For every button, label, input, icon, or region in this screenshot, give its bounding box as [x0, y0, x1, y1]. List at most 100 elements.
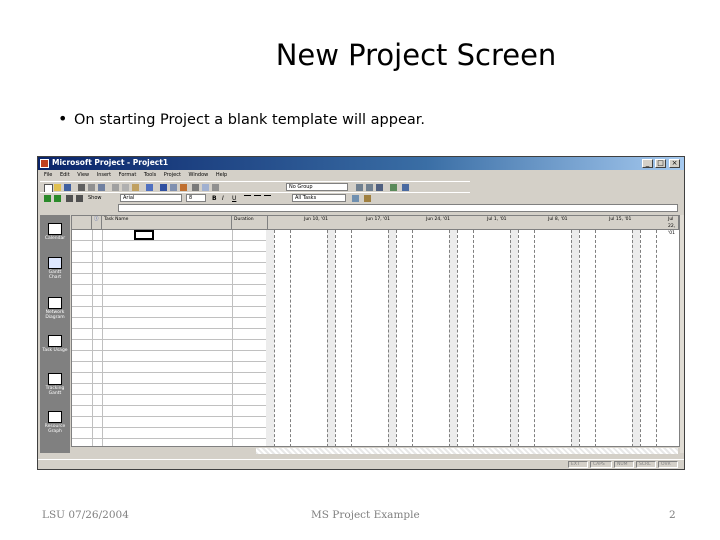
entry-bar — [40, 203, 682, 213]
timescale-gridline — [640, 230, 641, 452]
timescale-gridline — [518, 230, 519, 452]
hide-subtasks-icon[interactable] — [76, 195, 83, 202]
menu-edit[interactable]: Edit — [60, 170, 70, 180]
timescale-gridline — [656, 230, 657, 452]
help-icon[interactable] — [402, 184, 409, 191]
link-icon[interactable] — [160, 184, 167, 191]
maximize-button[interactable]: □ — [655, 159, 666, 168]
italic-icon[interactable]: I — [222, 195, 229, 202]
timescale-gridline — [449, 230, 450, 452]
footer-title: MS Project Example — [311, 509, 420, 521]
indent-icon[interactable] — [54, 195, 61, 202]
weekend-shading — [571, 230, 579, 452]
goto-task-icon[interactable] — [376, 184, 383, 191]
assign-resources-icon[interactable] — [212, 184, 219, 191]
horizontal-scrollbar[interactable] — [71, 446, 680, 454]
status-ext: EXT — [568, 461, 588, 468]
weekend-shading — [632, 230, 640, 452]
undo-icon[interactable] — [146, 184, 153, 191]
row-header-corner — [72, 216, 92, 230]
menu-insert[interactable]: Insert — [97, 170, 111, 180]
week-label: Jun 17, '01 — [366, 217, 391, 222]
print-preview-icon[interactable] — [88, 184, 95, 191]
week-label: Jul 8, '01 — [548, 217, 568, 222]
paste-icon[interactable] — [132, 184, 139, 191]
print-icon[interactable] — [78, 184, 85, 191]
menu-file[interactable]: File — [44, 170, 52, 180]
open-icon[interactable] — [54, 184, 61, 191]
bullet-text: On starting Project a blank template wil… — [74, 112, 426, 128]
view-resource-graph[interactable]: Resource Graph — [42, 409, 68, 443]
gantt-chart-icon — [48, 257, 62, 269]
bullet-item: • On starting Project a blank template wi… — [58, 109, 425, 128]
view-task-usage[interactable]: Task Usage — [42, 333, 68, 367]
outdent-icon[interactable] — [44, 195, 51, 202]
unlink-icon[interactable] — [170, 184, 177, 191]
copy-icon[interactable] — [122, 184, 129, 191]
slide-number: 2 — [669, 509, 676, 521]
resource-graph-icon — [48, 411, 62, 423]
menu-project[interactable]: Project — [164, 170, 181, 180]
status-scrl: SCRL — [636, 461, 656, 468]
minimize-button[interactable]: _ — [642, 159, 653, 168]
tracking-gantt-icon — [48, 373, 62, 385]
view-network-diagram[interactable]: Network Diagram — [42, 295, 68, 329]
active-cell[interactable] — [134, 230, 154, 240]
timescale-gridline — [510, 230, 511, 452]
menu-view[interactable]: View — [77, 170, 89, 180]
bold-icon[interactable]: B — [212, 195, 219, 202]
week-label: Jun 24, '01 — [426, 217, 451, 222]
bullet-dot: • — [58, 109, 68, 128]
timescale-gridline — [534, 230, 535, 452]
vertical-scrollbar[interactable] — [680, 215, 684, 453]
task-name-column-header[interactable]: Task Name — [102, 216, 232, 230]
app-icon — [40, 159, 49, 168]
zoom-in-icon[interactable] — [356, 184, 363, 191]
column-divider — [232, 230, 233, 452]
timescale-gridline — [335, 230, 336, 452]
copy-picture-icon[interactable] — [390, 184, 397, 191]
task-info-icon[interactable] — [192, 184, 199, 191]
font-combo[interactable]: Arial — [120, 194, 182, 202]
save-icon[interactable] — [64, 184, 71, 191]
spelling-icon[interactable] — [98, 184, 105, 191]
calendar-icon — [48, 223, 62, 235]
menu-help[interactable]: Help — [216, 170, 227, 180]
timescale-gridline — [327, 230, 328, 452]
status-caps: CAPS — [590, 461, 612, 468]
window-titlebar[interactable]: Microsoft Project - Project1 _ □ × — [38, 157, 684, 170]
gantt-wizard-icon[interactable] — [364, 195, 371, 202]
view-gantt-chart[interactable]: Gantt Chart — [42, 255, 68, 289]
notes-icon[interactable] — [202, 184, 209, 191]
filter-combo[interactable]: All Tasks — [292, 194, 346, 202]
cut-icon[interactable] — [112, 184, 119, 191]
view-calendar[interactable]: Calendar — [42, 221, 68, 255]
menu-format[interactable]: Format — [119, 170, 137, 180]
autofilter-icon[interactable] — [352, 195, 359, 202]
timescale-gridline — [396, 230, 397, 452]
gantt-table: ⓘ Task Name Duration Jun 10, '01 Jun 17,… — [71, 215, 680, 453]
task-usage-icon — [48, 335, 62, 347]
week-label: Jun 10, '01 — [304, 217, 329, 222]
underline-icon[interactable]: U — [232, 195, 239, 202]
show-subtasks-icon[interactable] — [66, 195, 73, 202]
column-divider — [102, 230, 103, 452]
info-column-header[interactable]: ⓘ — [92, 216, 102, 230]
show-label[interactable]: Show — [88, 195, 102, 201]
entry-field[interactable] — [118, 204, 678, 212]
close-button[interactable]: × — [669, 159, 680, 168]
duration-column-header[interactable]: Duration — [232, 216, 268, 230]
timescale-gridline — [571, 230, 572, 452]
view-tracking-gantt[interactable]: Tracking Gantt — [42, 371, 68, 405]
menu-window[interactable]: Window — [189, 170, 209, 180]
scroll-track[interactable] — [256, 448, 678, 454]
group-combo[interactable]: No Group — [286, 183, 348, 191]
split-icon[interactable] — [180, 184, 187, 191]
zoom-out-icon[interactable] — [366, 184, 373, 191]
menu-tools[interactable]: Tools — [144, 170, 156, 180]
timescale-gridline — [412, 230, 413, 452]
timescale-gridline — [579, 230, 580, 452]
status-num: NUM — [614, 461, 634, 468]
font-size-combo[interactable]: 8 — [186, 194, 206, 202]
timescale-gridline — [388, 230, 389, 452]
